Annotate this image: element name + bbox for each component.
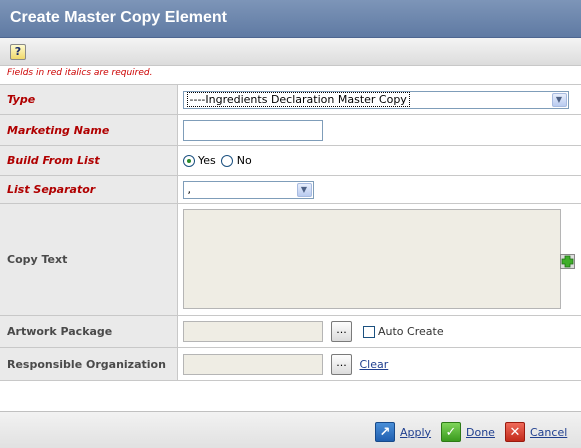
type-label: Type [0,84,178,115]
done-button[interactable]: ✓ Done [441,422,495,442]
form-row-marketing-name: Marketing Name [0,114,581,146]
artwork-package-label: Artwork Package [0,315,178,348]
build-from-list-no-radio[interactable] [221,154,234,167]
toolbar: ? [0,38,581,66]
build-from-list-yes-label: Yes [198,154,216,168]
responsible-org-input[interactable] [182,353,323,375]
checkmark-icon: ✓ [441,422,461,442]
dialog-title: Create Master Copy Element [10,9,227,26]
type-select-value: ----Ingredients Declaration Master Copy [186,91,410,107]
done-label: Done [466,425,495,439]
list-separator-select[interactable]: , ▼ [182,180,314,199]
form-row-type: Type ----Ingredients Declaration Master … [0,84,581,115]
responsible-org-label: Responsible Organization [0,347,178,381]
dialog-titlebar: Create Master Copy Element [0,0,581,38]
chevron-down-icon[interactable]: ▼ [296,182,312,197]
apply-label: Apply [400,425,432,439]
cancel-label: Cancel [530,425,568,439]
form-row-responsible-org: Responsible Organization ... Clear [0,347,581,381]
build-from-list-no-label: No [236,154,252,168]
form-table: Type ----Ingredients Declaration Master … [0,84,581,381]
add-icon[interactable] [559,254,575,269]
apply-icon: ↗ [375,422,395,442]
required-fields-note: Fields in red italics are required. [7,68,153,78]
form-row-list-separator: List Separator , ▼ [0,175,581,204]
chevron-down-icon[interactable]: ▼ [551,92,567,107]
copy-text-label: Copy Text [0,203,178,316]
marketing-name-input[interactable] [182,119,323,141]
form-row-build-from-list: Build From List Yes No [0,145,581,176]
apply-button[interactable]: ↗ Apply [375,422,431,442]
marketing-name-label: Marketing Name [0,114,178,146]
responsible-org-browse-button[interactable]: ... [331,353,352,375]
type-select[interactable]: ----Ingredients Declaration Master Copy … [182,90,569,109]
clear-link[interactable]: Clear [360,358,389,371]
build-from-list-label: Build From List [0,145,178,176]
list-separator-label: List Separator [0,175,178,204]
auto-create-checkbox[interactable] [362,325,375,338]
close-icon: ✕ [505,422,525,442]
auto-create-label: Auto Create [378,325,444,338]
dialog-footer: ↗ Apply ✓ Done ✕ Cancel [0,411,581,448]
artwork-package-input[interactable] [182,321,323,342]
cancel-button[interactable]: ✕ Cancel [505,422,567,442]
form-row-copy-text: Copy Text [0,203,581,316]
form-row-artwork-package: Artwork Package ... Auto Create [0,315,581,348]
list-separator-value: , [187,182,192,196]
help-icon[interactable]: ? [10,44,26,60]
build-from-list-yes-radio[interactable] [182,154,195,167]
artwork-package-browse-button[interactable]: ... [331,321,352,342]
copy-text-textarea[interactable] [182,209,561,309]
